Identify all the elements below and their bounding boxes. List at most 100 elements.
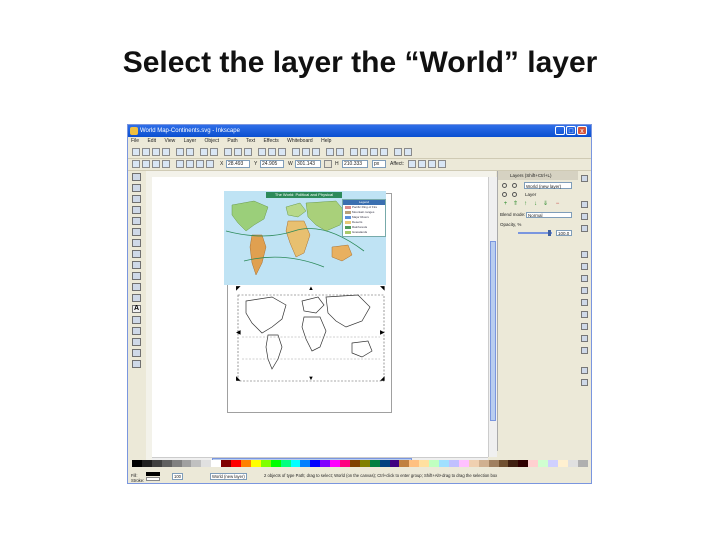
fill-stroke-icon[interactable] xyxy=(350,148,358,156)
palette-swatch[interactable] xyxy=(449,460,459,467)
preferences-icon[interactable] xyxy=(394,148,402,156)
snap-paths-icon[interactable] xyxy=(581,263,588,270)
palette-swatch[interactable] xyxy=(221,460,232,467)
scale-stroke-icon[interactable] xyxy=(408,160,416,168)
minimize-button[interactable]: _ xyxy=(555,126,565,135)
gradient-tool-icon[interactable] xyxy=(132,349,141,357)
snap-guides-icon[interactable] xyxy=(581,379,588,386)
width-field[interactable]: 301.143 xyxy=(295,160,321,168)
palette-swatch[interactable] xyxy=(320,460,331,467)
visibility-eye-icon[interactable] xyxy=(502,183,507,188)
snap-intersections-icon[interactable] xyxy=(581,275,588,282)
palette-swatch[interactable] xyxy=(280,460,291,467)
palette-swatch[interactable] xyxy=(429,460,440,467)
menu-effects[interactable]: Effects xyxy=(264,138,279,144)
menu-edit[interactable]: Edit xyxy=(147,138,156,144)
drawing-canvas[interactable]: The World: Political and Physical Legend… xyxy=(152,177,488,457)
ellipse-tool-icon[interactable] xyxy=(132,239,141,247)
spray-tool-icon[interactable] xyxy=(132,316,141,324)
menu-text[interactable]: Text xyxy=(246,138,255,144)
rotate-90-ccw-icon[interactable] xyxy=(132,160,140,168)
save-icon[interactable] xyxy=(152,148,160,156)
move-gradients-icon[interactable] xyxy=(428,160,436,168)
spiral-tool-icon[interactable] xyxy=(132,261,141,269)
snap-bbox-icon[interactable] xyxy=(581,201,588,208)
snap-page-border-icon[interactable] xyxy=(581,347,588,354)
palette-swatch[interactable] xyxy=(389,460,400,467)
paste-icon[interactable] xyxy=(244,148,252,156)
raise-to-top-icon[interactable] xyxy=(176,160,184,168)
layer-row-layer[interactable]: Layer xyxy=(500,190,576,199)
raise-layer-icon[interactable]: ↑ xyxy=(522,201,529,208)
x-field[interactable]: 28.493 xyxy=(226,160,250,168)
pencil-tool-icon[interactable] xyxy=(132,272,141,280)
palette-swatch[interactable] xyxy=(369,460,380,467)
3d-box-tool-icon[interactable] xyxy=(132,228,141,236)
palette-swatch[interactable] xyxy=(161,460,172,467)
clone-icon[interactable] xyxy=(302,148,310,156)
palette-swatch[interactable] xyxy=(359,460,370,467)
palette-swatch[interactable] xyxy=(468,460,479,467)
palette-swatch[interactable] xyxy=(260,460,271,467)
scale-handle-top-left[interactable]: ◤ xyxy=(236,286,241,292)
rotate-90-cw-icon[interactable] xyxy=(142,160,150,168)
flip-vertical-icon[interactable] xyxy=(162,160,170,168)
zoom-tool-icon[interactable] xyxy=(132,206,141,214)
menu-layer[interactable]: Layer xyxy=(184,138,197,144)
vertical-scroll-thumb[interactable] xyxy=(490,241,496,421)
palette-swatch[interactable] xyxy=(141,460,152,467)
opacity-status-field[interactable]: 100 xyxy=(172,473,183,480)
palette-swatch[interactable] xyxy=(330,460,341,467)
open-icon[interactable] xyxy=(142,148,150,156)
delete-layer-icon[interactable]: − xyxy=(554,201,561,208)
palette-swatch[interactable] xyxy=(548,460,558,467)
snap-enable-icon[interactable] xyxy=(581,175,588,182)
eraser-tool-icon[interactable] xyxy=(132,327,141,335)
height-field[interactable]: 210.333 xyxy=(342,160,368,168)
lower-icon[interactable] xyxy=(196,160,204,168)
palette-swatch[interactable] xyxy=(567,460,578,467)
stroke-indicator[interactable] xyxy=(146,477,160,481)
layer-name-field[interactable]: World (new layer) xyxy=(524,182,572,189)
redo-icon[interactable] xyxy=(210,148,218,156)
duplicate-icon[interactable] xyxy=(292,148,300,156)
scale-handle-right[interactable]: ▶ xyxy=(380,330,385,336)
palette-swatch[interactable] xyxy=(191,460,202,467)
palette-swatch[interactable] xyxy=(132,460,142,467)
new-document-icon[interactable] xyxy=(132,148,140,156)
fill-indicator[interactable] xyxy=(146,472,160,476)
menu-whiteboard[interactable]: Whiteboard xyxy=(287,138,313,144)
flip-horizontal-icon[interactable] xyxy=(152,160,160,168)
zoom-page-icon[interactable] xyxy=(278,148,286,156)
snap-smooth-nodes-icon[interactable] xyxy=(581,299,588,306)
ungroup-icon[interactable] xyxy=(336,148,344,156)
units-select[interactable]: px xyxy=(372,160,386,168)
xml-editor-icon[interactable] xyxy=(370,148,378,156)
snap-centers-icon[interactable] xyxy=(581,323,588,330)
document-properties-icon[interactable] xyxy=(404,148,412,156)
lower-to-bottom-icon[interactable] xyxy=(206,160,214,168)
palette-swatch[interactable] xyxy=(528,460,539,467)
palette-swatch[interactable] xyxy=(518,460,529,467)
calligraphy-tool-icon[interactable] xyxy=(132,294,141,302)
layer-row-world[interactable]: World (new layer) xyxy=(500,181,576,190)
palette-swatch[interactable] xyxy=(379,460,390,467)
scale-handle-bottom-right[interactable]: ◢ xyxy=(380,376,385,382)
snap-bbox-edge-icon[interactable] xyxy=(581,213,588,220)
pen-tool-icon[interactable] xyxy=(132,283,141,291)
opacity-value-field[interactable]: 100.0 xyxy=(556,230,572,236)
palette-swatch[interactable] xyxy=(171,460,182,467)
world-map-image[interactable]: The World: Political and Physical Legend… xyxy=(224,191,386,285)
maximize-button[interactable]: □ xyxy=(566,126,576,135)
unlink-clone-icon[interactable] xyxy=(312,148,320,156)
palette-swatch[interactable] xyxy=(211,460,222,467)
palette-swatch[interactable] xyxy=(439,460,449,467)
group-icon[interactable] xyxy=(326,148,334,156)
scale-corners-icon[interactable] xyxy=(418,160,426,168)
visibility-eye-icon[interactable] xyxy=(502,192,507,197)
palette-swatch[interactable] xyxy=(270,460,281,467)
bucket-tool-icon[interactable] xyxy=(132,338,141,346)
snap-cusp-nodes-icon[interactable] xyxy=(581,287,588,294)
lower-layer-icon[interactable]: ↓ xyxy=(532,201,539,208)
menu-path[interactable]: Path xyxy=(227,138,237,144)
